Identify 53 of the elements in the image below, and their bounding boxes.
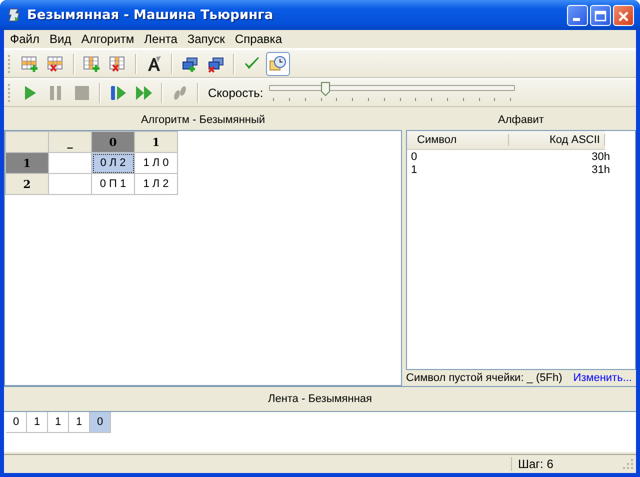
speed-label: Скорость: [208,86,264,100]
app-icon [6,7,22,23]
footprints-icon [171,84,189,102]
column-header[interactable]: 0 [92,132,134,152]
clock-icon [269,54,287,72]
tape-cell[interactable]: 0 [6,412,27,433]
table-cell[interactable]: 0 Л 2 [92,152,134,174]
speed-slider[interactable] [269,82,516,104]
column-header[interactable]: Код ASCII [508,134,605,146]
change-link[interactable]: Изменить... [573,372,632,384]
close-button[interactable] [613,4,634,26]
row-header[interactable]: 1 [6,152,48,174]
window-delete-icon [207,54,225,72]
panel-header: Алгоритм - Безымянный [140,113,266,128]
menu-item[interactable]: Файл [6,32,44,46]
panel-header: Лента - Безымянная [4,386,636,412]
minimize-button[interactable] [567,4,588,26]
maximize-button[interactable] [590,4,611,26]
minimize-icon [573,18,580,20]
symbol-cell-text: 1 [410,164,418,176]
menu-item[interactable]: Справка [230,32,286,46]
slider-thumb[interactable] [320,82,330,96]
menu-item[interactable]: Вид [46,32,76,46]
table-cell[interactable]: 0 П 1 [92,174,134,194]
step-counter: Шаг: 6 [511,457,622,471]
symbol-cell-text: 0 [410,150,418,162]
fast-forward-icon [135,84,153,102]
window-add-icon [181,54,199,72]
panel-header: Алфавит [497,113,545,128]
table-delete-icon [47,54,65,72]
column-header[interactable]: 1 [134,132,178,152]
menu-item[interactable]: Лента [140,32,182,46]
row-header[interactable]: 2 [6,174,48,194]
tape-cell[interactable]: 1 [48,412,69,433]
column-add-icon [83,54,101,72]
column-delete-icon [109,54,127,72]
window-title: Безымянная - Машина Тьюринга [27,8,274,22]
menu-item[interactable]: Алгоритм [77,32,138,46]
code-cell-text: 30h [590,150,610,162]
stop-icon [73,84,91,102]
tape-cell[interactable]: 1 [27,412,48,433]
table-cell[interactable]: 1 Л 0 [134,152,178,174]
step-icon [109,84,127,102]
letter-pen-icon [145,54,163,72]
column-header[interactable]: Символ [407,134,509,146]
empty-symbol-text: Символ пустой ячейки: _ (5Fh) [406,372,562,384]
menu-item[interactable]: Запуск [183,32,229,46]
code-cell-text: 31h [590,164,610,176]
column-header[interactable]: _ [48,132,92,152]
tape-cell[interactable]: 0 [90,412,111,433]
resize-grip-icon [622,458,634,470]
table-add-icon [21,54,39,72]
table-cell[interactable]: 1 Л 2 [134,174,178,194]
